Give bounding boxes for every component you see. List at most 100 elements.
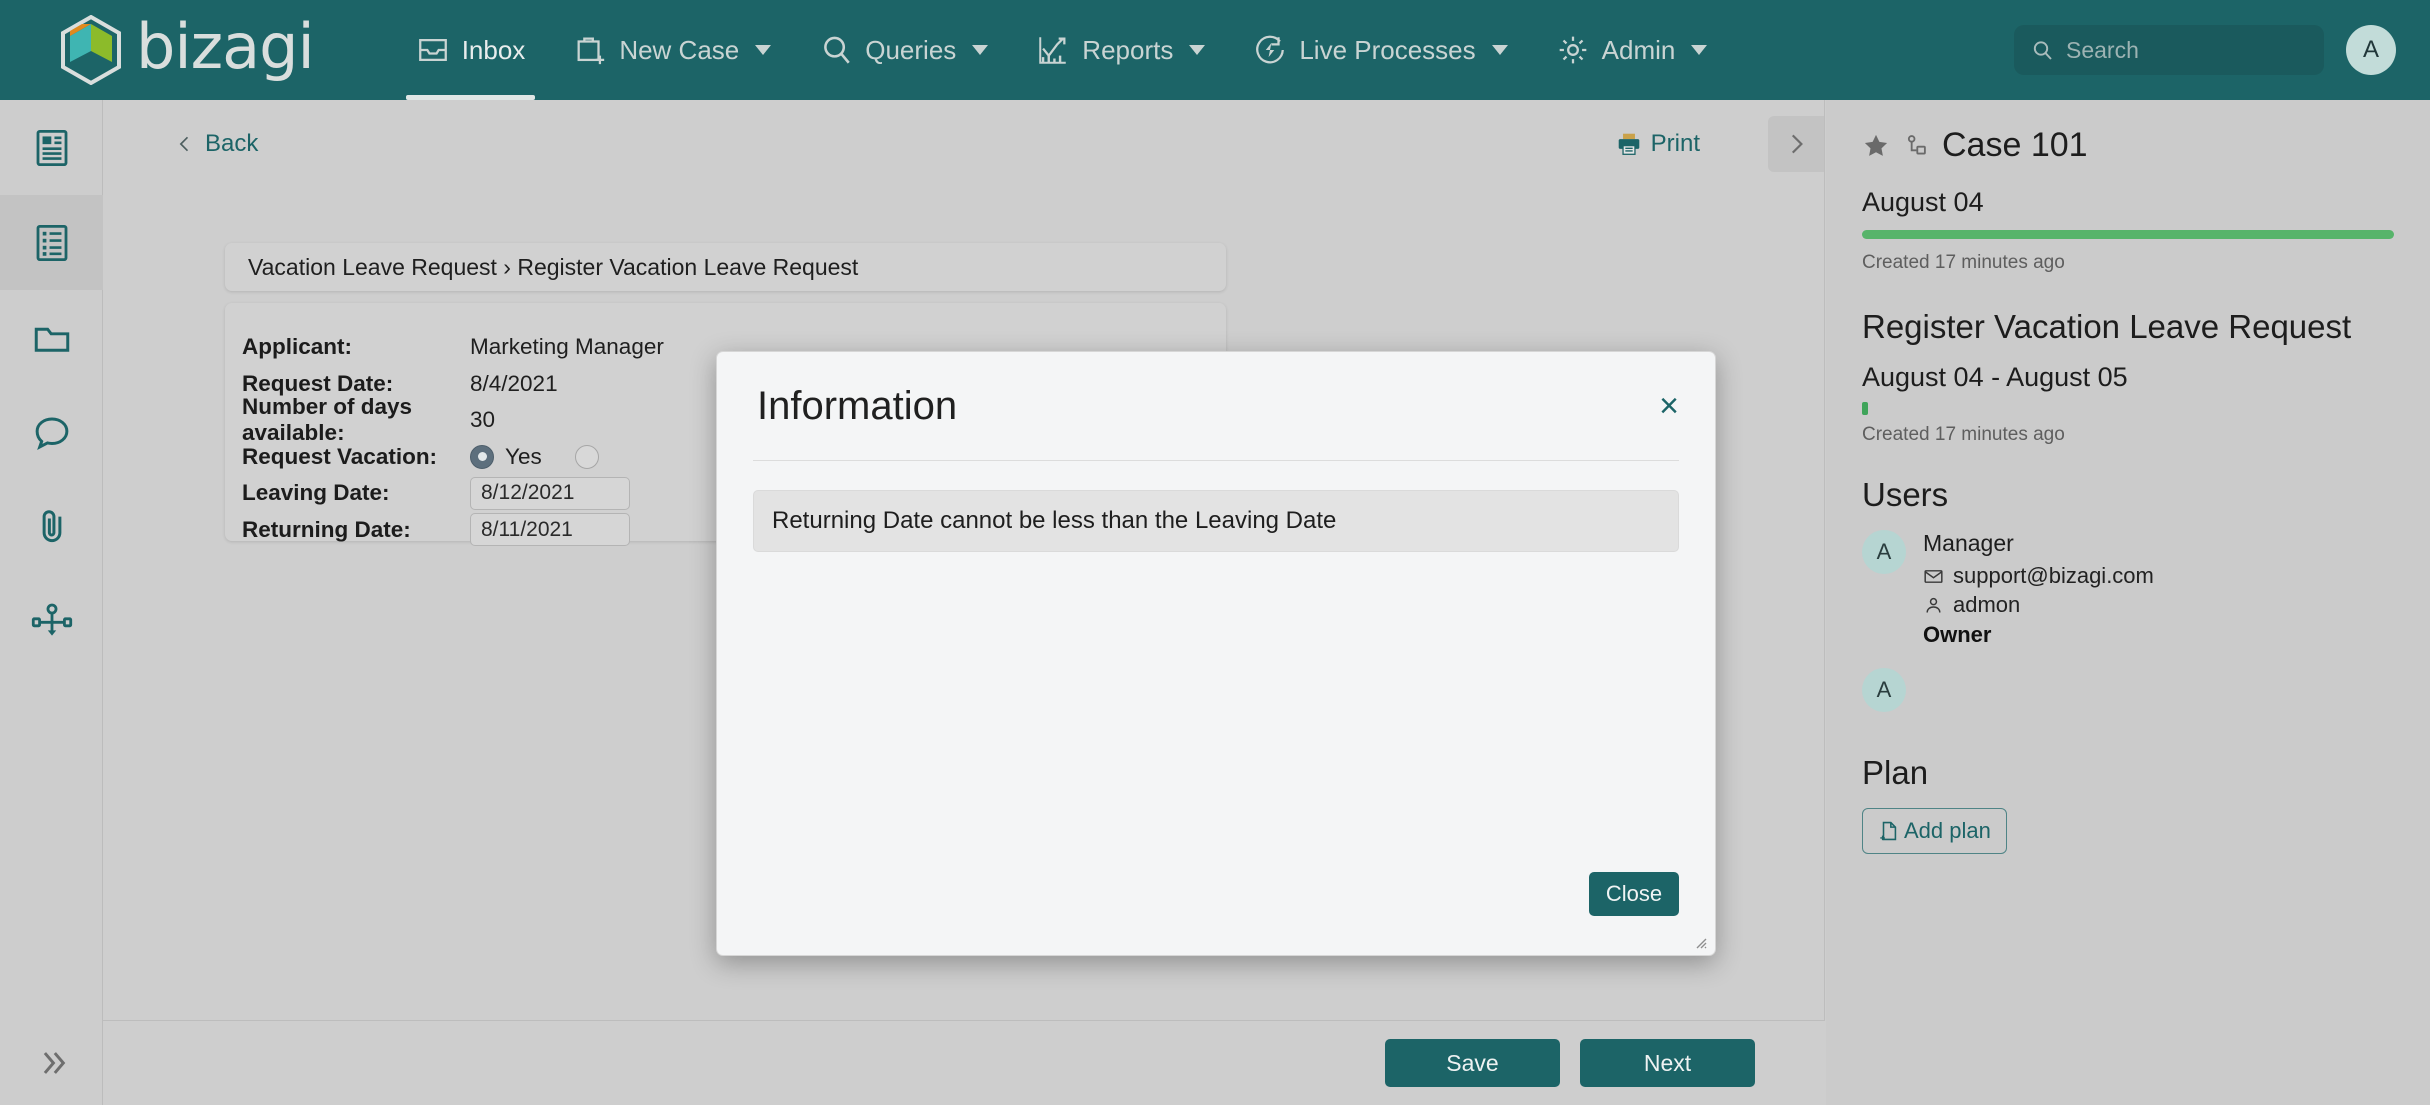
chart-icon xyxy=(1039,37,1067,64)
form-list-icon xyxy=(36,224,67,261)
save-button[interactable]: Save xyxy=(1385,1039,1560,1087)
nav-item-reports[interactable]: Reports xyxy=(1012,0,1229,100)
chevron-left-icon xyxy=(179,136,189,152)
envelope-icon xyxy=(1924,569,1943,583)
breadcrumb: Vacation Leave Request › Register Vacati… xyxy=(225,243,1226,291)
case-created-meta: Created 17 minutes ago xyxy=(1862,252,2065,273)
field-label: Number of days available: xyxy=(242,394,413,446)
field-label: Request Vacation: xyxy=(242,443,438,469)
process-diagram-icon xyxy=(31,603,72,636)
search-icon xyxy=(824,36,850,64)
nav-item-live-processes[interactable]: Live Processes xyxy=(1229,0,1531,100)
case-title: Case 101 xyxy=(1942,126,2088,164)
process-flow-icon[interactable] xyxy=(1903,133,1929,159)
plan-heading: Plan xyxy=(1862,754,1929,791)
users-heading: Users xyxy=(1862,476,1949,513)
main-nav: Inbox New Case Queries Reports Live Proc… xyxy=(392,0,1732,100)
user-avatar[interactable]: A xyxy=(2346,25,2396,75)
user-name: Manager xyxy=(1923,530,2014,556)
dialog-title: Information xyxy=(757,383,958,428)
nav-item-queries[interactable]: Queries xyxy=(795,0,1012,100)
briefcase-plus-icon xyxy=(577,37,605,65)
bizagi-logo[interactable]: bizagi xyxy=(60,10,315,85)
task-dates: August 04 - August 05 xyxy=(1862,362,2128,392)
nav-item-inbox[interactable]: Inbox xyxy=(392,0,550,100)
chevron-down-icon xyxy=(972,45,989,55)
rail-item-summary[interactable] xyxy=(0,100,103,195)
field-value-request-date: 8/4/2021 xyxy=(470,370,558,396)
task-created-meta: Created 17 minutes ago xyxy=(1862,424,2065,445)
nav-label: Reports xyxy=(1082,34,1174,65)
field-label: Leaving Date: xyxy=(242,480,390,506)
close-icon[interactable]: × xyxy=(1659,389,1679,423)
chevron-down-icon xyxy=(755,45,772,55)
add-plan-label: Add plan xyxy=(1904,818,1991,843)
returning-date-input[interactable]: 8/11/2021 xyxy=(470,513,630,547)
information-dialog: Information × Returning Date cannot be l… xyxy=(716,351,1716,956)
dialog-footer: Close xyxy=(1589,872,1679,916)
person-icon xyxy=(1926,597,1941,613)
back-button[interactable]: Back xyxy=(175,130,258,158)
user-email-row: support@bizagi.com xyxy=(1923,563,2154,589)
case-detail-panel: Case 101 August 04 Created 17 minutes ag… xyxy=(1826,100,2430,1105)
chevron-down-icon xyxy=(1691,45,1708,55)
global-search[interactable]: Search xyxy=(2014,25,2324,75)
rail-item-comments[interactable] xyxy=(0,385,103,480)
rail-expand-button[interactable] xyxy=(0,1020,103,1105)
add-plan-button[interactable]: Add plan xyxy=(1862,808,2007,854)
folder-icon xyxy=(34,327,69,352)
nav-label: Queries xyxy=(865,34,957,65)
rail-item-attachments[interactable] xyxy=(0,480,103,575)
resize-grip-icon[interactable] xyxy=(1691,933,1707,949)
user-details: Manager support@bizagi.com admon Owner xyxy=(1923,530,2154,648)
top-right-controls: Search A xyxy=(2014,0,2396,100)
nav-label: Live Processes xyxy=(1299,34,1476,65)
dialog-header: Information × xyxy=(717,352,1715,460)
left-icon-rail xyxy=(0,100,103,1105)
next-button[interactable]: Next xyxy=(1580,1039,1755,1087)
user-list-item: A Manager support@bizagi.com admon Owner xyxy=(1862,530,2394,648)
avatar: A xyxy=(1862,668,1906,712)
radio-yes-label: Yes xyxy=(505,443,542,469)
chevron-down-icon xyxy=(1189,45,1206,55)
nav-label: New Case xyxy=(619,34,740,65)
rail-item-form-list[interactable] xyxy=(0,195,103,290)
rail-item-process-diagram[interactable] xyxy=(0,575,103,670)
back-label: Back xyxy=(205,130,259,157)
nav-label: Inbox xyxy=(461,34,526,65)
chevron-down-icon xyxy=(1491,45,1508,55)
rail-item-folder[interactable] xyxy=(0,290,103,385)
gear-icon xyxy=(1559,36,1586,64)
case-title-row: Case 101 xyxy=(1862,126,2394,165)
bizagi-hexagon-icon xyxy=(61,15,121,85)
dialog-body: Returning Date cannot be less than the L… xyxy=(717,461,1715,552)
nav-item-admin[interactable]: Admin xyxy=(1532,0,1732,100)
attachments-icon xyxy=(42,509,61,542)
dialog-close-button[interactable]: Close xyxy=(1589,872,1679,916)
user-list-item: A xyxy=(1862,668,2394,712)
field-label: Returning Date: xyxy=(242,516,411,542)
print-button[interactable]: Print xyxy=(1616,130,1700,158)
task-title: Register Vacation Leave Request xyxy=(1862,308,2352,345)
field-label: Request Date: xyxy=(242,370,394,396)
star-icon[interactable] xyxy=(1862,132,1890,160)
leaving-date-input[interactable]: 8/12/2021 xyxy=(470,476,630,510)
inbox-icon xyxy=(418,38,447,62)
field-value-applicant: Marketing Manager xyxy=(470,334,664,360)
field-value-days-available: 30 xyxy=(470,407,496,433)
print-label: Print xyxy=(1650,130,1700,157)
request-vacation-radio-group: Yes xyxy=(470,444,599,470)
case-progress-bar xyxy=(1862,230,2394,239)
bizagi-wordmark: bizagi xyxy=(136,10,315,83)
field-label: Applicant: xyxy=(242,334,352,360)
form-action-bar: Save Next xyxy=(103,1020,1825,1105)
chevron-right-icon xyxy=(1791,134,1803,154)
expand-right-panel-button[interactable] xyxy=(1768,116,1824,172)
search-icon xyxy=(2033,41,2052,60)
radio-no[interactable] xyxy=(574,444,599,469)
user-username-row: admon xyxy=(1923,592,2154,618)
radio-yes[interactable] xyxy=(470,444,494,469)
dialog-message: Returning Date cannot be less than the L… xyxy=(753,490,1679,552)
nav-label: Admin xyxy=(1601,34,1676,65)
nav-item-new-case[interactable]: New Case xyxy=(549,0,795,100)
